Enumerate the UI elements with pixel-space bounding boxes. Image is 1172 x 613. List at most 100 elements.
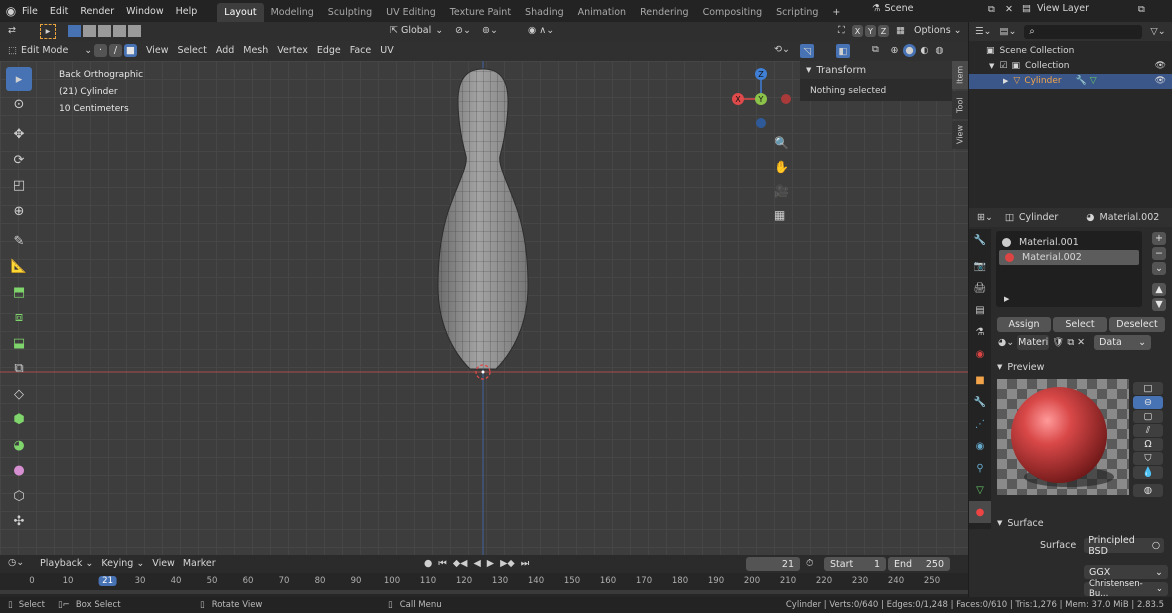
tab-animation[interactable]: Animation — [571, 3, 633, 22]
checkbox-icon[interactable]: ☑ — [999, 59, 1007, 74]
preview-world-icon[interactable]: ◍ — [1133, 484, 1163, 497]
add-workspace-icon[interactable]: + — [825, 3, 847, 22]
blender-logo-icon[interactable]: ◉ — [0, 4, 22, 18]
show-gizmo-icon[interactable]: ⟲⌄ — [774, 44, 790, 55]
jump-start-icon[interactable]: ⏮ — [438, 558, 447, 569]
editor-type-icon[interactable]: ⇄ — [8, 25, 16, 36]
3d-viewport[interactable]: Back Orthographic (21) Cylinder 10 Centi… — [0, 61, 968, 555]
play-reverse-icon[interactable]: ◀ — [473, 558, 480, 569]
overlays-icon[interactable]: ◹ — [800, 44, 814, 58]
material-shading-icon[interactable]: ◐ — [918, 44, 931, 57]
scene-collection-row[interactable]: ▣ Scene Collection — [969, 44, 1172, 59]
data-tab-icon[interactable]: ▽ — [969, 479, 991, 501]
unlink-material-icon[interactable]: ✕ — [1077, 337, 1085, 348]
select-button[interactable]: Select — [1053, 317, 1107, 332]
world-tab-icon[interactable]: ◉ — [969, 343, 991, 365]
duplicate-material-icon[interactable]: ⧉ — [1067, 337, 1074, 348]
surface-panel-header[interactable]: ▼ Surface — [997, 516, 1167, 530]
mirror-icon[interactable]: ⛶ — [838, 25, 845, 36]
poly-build-tool-icon[interactable]: ⬢ — [6, 408, 32, 432]
navigation-gizmo[interactable]: X Z Y — [728, 65, 798, 135]
zoom-icon[interactable]: 🔍 — [774, 131, 789, 155]
start-frame-field[interactable]: Start 1 — [824, 557, 886, 571]
timeline-editor-icon[interactable]: ◷⌄ — [8, 557, 24, 568]
slot-menu-icon[interactable]: ⌄ — [1152, 262, 1166, 275]
material-name-field[interactable]: Materi — [1017, 335, 1050, 350]
wireframe-shading-icon[interactable]: ⊕ — [888, 44, 901, 57]
tab-rendering[interactable]: Rendering — [633, 3, 696, 22]
menu-file[interactable]: File — [22, 6, 38, 17]
edge-select-icon[interactable]: / — [109, 44, 122, 57]
auto-merge-icon[interactable]: ▦ — [896, 25, 905, 36]
add-slot-icon[interactable]: + — [1152, 232, 1166, 245]
menu-view[interactable]: View — [152, 558, 175, 569]
visibility-eye-icon[interactable]: 👁 — [1155, 59, 1166, 74]
menu-playback[interactable]: Playback ⌄ — [40, 558, 93, 569]
new-view-layer-icon[interactable]: ⧉ — [1138, 4, 1145, 15]
menu-uv[interactable]: UV — [380, 45, 393, 56]
transform-header[interactable]: ▼ Transform — [800, 61, 952, 79]
vertex-select-icon[interactable]: · — [94, 44, 107, 57]
timeline-scrollbar[interactable] — [0, 590, 968, 594]
select-box-tool-icon[interactable]: ▸ — [6, 67, 32, 91]
expand-arrow-icon[interactable]: ▶ — [1004, 295, 1009, 303]
mirror-x-button[interactable]: X — [852, 25, 863, 37]
timeline-scrubber[interactable]: 0 10 21 30 40 50 60 70 80 90 100 110 120 130 140 150 160… — [0, 573, 968, 597]
material-browse-icon[interactable]: ◕⌄ — [998, 337, 1014, 348]
fake-user-icon[interactable]: 🛡 — [1052, 337, 1064, 348]
move-down-icon[interactable]: ▼ — [1152, 298, 1166, 311]
pan-hand-icon[interactable]: ✋ — [774, 155, 789, 179]
assign-button[interactable]: Assign — [997, 317, 1051, 332]
preview-hair-icon[interactable]: ⫽ — [1133, 424, 1163, 437]
menu-marker[interactable]: Marker — [183, 558, 216, 569]
record-icon[interactable]: ● — [424, 558, 432, 569]
transform-tool-icon[interactable]: ⊕ — [6, 199, 32, 223]
proportional-edit-icon[interactable]: ◉ ∧⌄ — [528, 25, 554, 36]
subsurface-dropdown[interactable]: Christensen-Bu... ⌄ — [1084, 579, 1168, 599]
surface-shader-field[interactable]: Principled BSD ○ — [1084, 535, 1165, 557]
tab-scripting[interactable]: Scripting — [769, 3, 825, 22]
current-frame-field[interactable]: 21 — [746, 557, 800, 571]
move-up-icon[interactable]: ▲ — [1152, 283, 1166, 296]
end-frame-field[interactable]: End 250 — [888, 557, 950, 571]
knife-tool-icon[interactable]: ◇ — [6, 382, 32, 406]
visibility-eye-icon[interactable]: 👁 — [1155, 74, 1166, 89]
pivot-point-icon[interactable]: ⊘⌄ — [455, 25, 471, 36]
new-scene-icon[interactable]: ⧉ — [988, 4, 995, 15]
distribution-dropdown[interactable]: GGX ⌄ — [1084, 565, 1168, 579]
menu-face[interactable]: Face — [350, 45, 371, 56]
transform-orientation-dropdown[interactable]: ⇱ Global ⌄ — [390, 25, 443, 36]
preview-flat-icon[interactable]: □ — [1133, 382, 1163, 395]
tab-item[interactable]: Item — [952, 61, 968, 89]
view-layer-tab-icon[interactable]: ▤ — [969, 299, 991, 321]
deselect-button[interactable]: Deselect — [1109, 317, 1165, 332]
measure-tool-icon[interactable]: 📐 — [6, 255, 32, 279]
object-tab-icon[interactable]: ■ — [969, 369, 991, 391]
solid-shading-icon[interactable]: ● — [903, 44, 916, 57]
current-frame-marker[interactable]: 21 — [98, 576, 118, 586]
view-layer-selector[interactable]: ▤ View Layer — [1022, 3, 1089, 14]
tab-view[interactable]: View — [952, 121, 968, 149]
inset-tool-icon[interactable]: ⧈ — [6, 306, 32, 330]
next-keyframe-icon[interactable]: ▶◆ — [500, 558, 515, 569]
preview-sphere-icon[interactable]: ⊖ — [1133, 396, 1163, 409]
scene-tab-icon[interactable]: ⚗ — [969, 321, 991, 343]
material-tab-icon[interactable]: ● — [969, 501, 991, 523]
spin-tool-icon[interactable]: ◕ — [6, 433, 32, 457]
loop-cut-tool-icon[interactable]: ⧉ — [6, 357, 32, 381]
smooth-tool-icon[interactable]: ● — [6, 459, 32, 483]
menu-mesh[interactable]: Mesh — [243, 45, 268, 56]
move-tool-icon[interactable]: ✥ — [6, 123, 32, 147]
scale-tool-icon[interactable]: ◰ — [6, 174, 32, 198]
face-select-icon[interactable]: ■ — [124, 44, 137, 57]
select-subtract-icon[interactable] — [98, 25, 111, 37]
stopwatch-icon[interactable]: ⏱ — [806, 558, 813, 569]
ortho-grid-icon[interactable]: ▦ — [774, 203, 785, 227]
modifier-tab-icon[interactable]: 🔧 — [969, 391, 991, 413]
tool-tab-icon[interactable]: 🔧 — [969, 229, 991, 251]
select-invert-icon[interactable] — [113, 25, 126, 37]
menu-view[interactable]: View — [146, 45, 169, 56]
bevel-tool-icon[interactable]: ⬓ — [6, 331, 32, 355]
preview-cube-icon[interactable]: ▢ — [1133, 410, 1163, 423]
options-dropdown[interactable]: Options ⌄ — [914, 25, 962, 36]
